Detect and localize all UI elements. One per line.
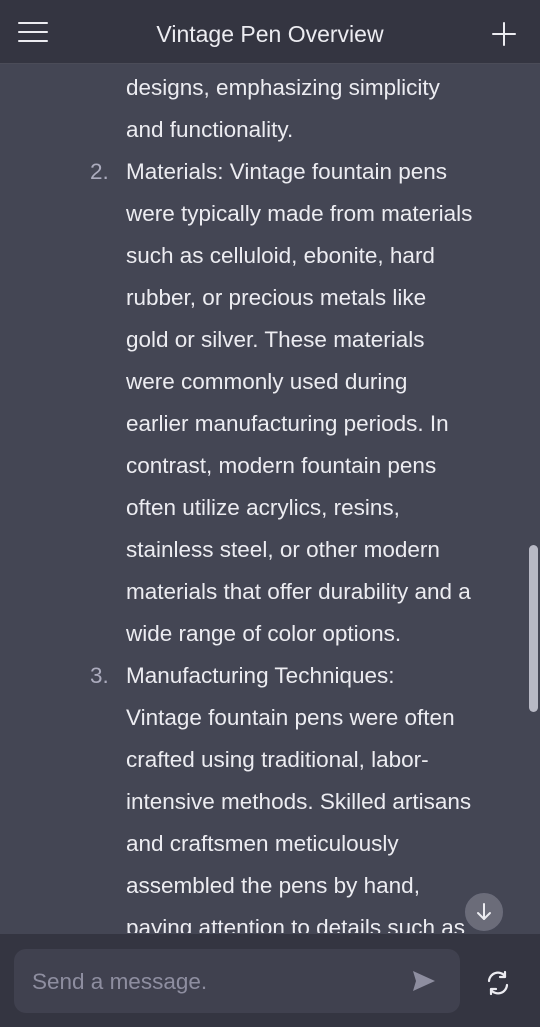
hamburger-menu-icon[interactable] [18, 20, 48, 44]
list-item-line: rubber, or precious metals like [126, 285, 427, 310]
arrow-down-icon [477, 903, 491, 920]
list-item-line: often utilize acrylics, resins, [126, 495, 400, 520]
message-text-line: and functionality. [126, 117, 294, 142]
list-number: 2. [90, 159, 109, 184]
list-item-line: Materials: Vintage fountain pens [126, 159, 448, 184]
scrollbar-thumb[interactable] [529, 545, 538, 712]
list-item-line: gold or silver. These materials [126, 327, 425, 352]
page-title: Vintage Pen Overview [156, 21, 384, 47]
regenerate-button[interactable] [484, 969, 512, 997]
send-icon [413, 971, 435, 991]
send-button[interactable] [410, 967, 438, 995]
list-item-line: assembled the pens by hand, [126, 873, 420, 898]
regenerate-icon [487, 970, 509, 996]
list-item-line: Vintage fountain pens were often [126, 705, 455, 730]
top-bar: Vintage Pen Overview [0, 0, 540, 64]
plus-icon[interactable] [492, 22, 516, 46]
composer-bar [0, 934, 540, 1027]
list-item-line: contrast, modern fountain pens [126, 453, 437, 478]
list-item-line: were commonly used during [126, 369, 408, 394]
list-item-line: stainless steel, or other modern [126, 537, 440, 562]
scroll-to-bottom-button[interactable] [465, 893, 503, 931]
list-item-line: wide range of color options. [126, 621, 402, 646]
list-item-line: materials that offer durability and a [126, 579, 471, 604]
message-input-container[interactable] [14, 949, 460, 1015]
list-item-line: paying attention to details such as [126, 915, 465, 933]
message-text-line: designs, emphasizing simplicity [126, 75, 440, 100]
list-item-line: intensive methods. Skilled artisans [126, 789, 472, 814]
message-input[interactable] [30, 949, 394, 1015]
list-item-line: earlier manufacturing periods. In [126, 411, 449, 436]
list-item-line: crafted using traditional, labor- [126, 747, 429, 772]
list-item-line: and craftsmen meticulously [126, 831, 399, 856]
chat-message-area[interactable]: designs, emphasizing simplicity and func… [0, 65, 540, 933]
list-number: 3. [90, 663, 109, 688]
list-item-line: Manufacturing Techniques: [126, 663, 395, 688]
list-item-line: such as celluloid, ebonite, hard [126, 243, 435, 268]
list-item-line: were typically made from materials [126, 201, 473, 226]
